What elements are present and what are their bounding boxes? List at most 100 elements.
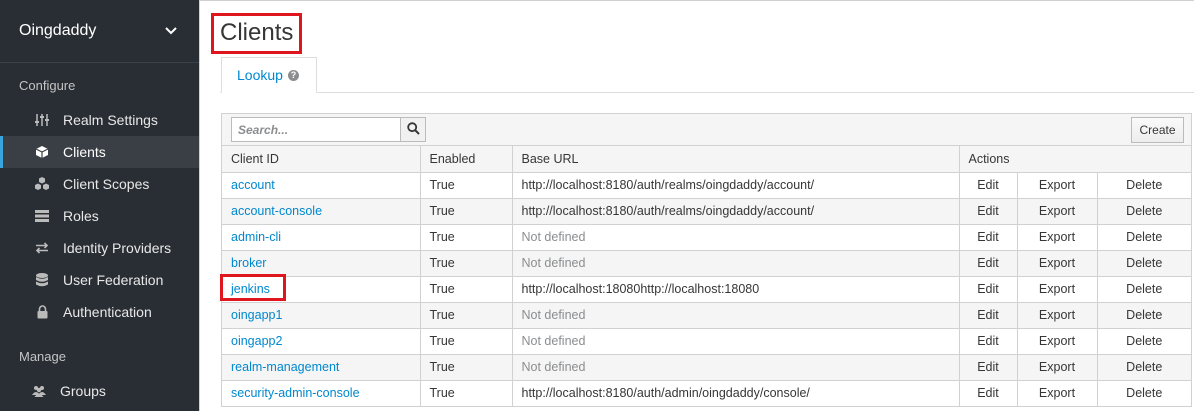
search-input[interactable] bbox=[231, 117, 401, 142]
cell-client-id: broker bbox=[222, 250, 421, 277]
sidebar-item-client-scopes[interactable]: Client Scopes bbox=[0, 168, 199, 200]
client-id-link[interactable]: account bbox=[231, 178, 275, 192]
search-button[interactable] bbox=[400, 117, 426, 142]
search-icon bbox=[406, 121, 420, 138]
delete-button[interactable]: Delete bbox=[1097, 250, 1191, 277]
client-id-link[interactable]: jenkins bbox=[231, 282, 270, 296]
sidebar-item-authentication[interactable]: Authentication bbox=[0, 296, 199, 328]
edit-button[interactable]: Edit bbox=[959, 380, 1018, 406]
cell-base-url: http://localhost:8180/auth/realms/oingda… bbox=[512, 172, 960, 199]
table-row: oingapp2 True Not defined Edit Export Delete bbox=[222, 328, 1191, 355]
table-row: jenkins True http://localhost:18080http://… bbox=[222, 276, 1191, 303]
cell-base-url: Not defined bbox=[512, 354, 960, 381]
edit-button[interactable]: Edit bbox=[959, 328, 1018, 355]
sidebar-item-label: Realm Settings bbox=[63, 112, 158, 128]
base-url-text: Not defined bbox=[521, 360, 586, 374]
table-row: realm-management True Not defined Edit Expor… bbox=[222, 354, 1191, 381]
edit-button[interactable]: Edit bbox=[959, 224, 1018, 251]
realm-name: Oingdaddy bbox=[19, 22, 97, 39]
base-url-link[interactable]: http://localhost:18080http://localhost:1… bbox=[522, 282, 760, 296]
sliders-icon bbox=[34, 113, 50, 127]
exchange-icon bbox=[34, 241, 50, 255]
edit-button[interactable]: Edit bbox=[959, 250, 1018, 277]
table-row: security-admin-console True http://localho… bbox=[222, 380, 1191, 406]
list-icon bbox=[34, 209, 50, 223]
cell-client-id: admin-cli bbox=[222, 224, 421, 251]
tab-lookup[interactable]: Lookup ? bbox=[221, 57, 317, 93]
column-header-client-id[interactable]: Client ID bbox=[222, 146, 421, 173]
delete-button[interactable]: Delete bbox=[1097, 224, 1191, 251]
tabs-divider bbox=[220, 92, 1194, 93]
base-url-link[interactable]: http://localhost:8180/auth/admin/oingdad… bbox=[522, 386, 810, 400]
cell-client-id: oingapp2 bbox=[222, 328, 421, 355]
export-button[interactable]: Export bbox=[1017, 224, 1098, 251]
client-id-link[interactable]: security-admin-console bbox=[231, 386, 360, 400]
client-id-link[interactable]: oingapp1 bbox=[231, 308, 282, 322]
chevron-down-icon bbox=[162, 22, 180, 40]
delete-button[interactable]: Delete bbox=[1097, 302, 1191, 329]
sidebar-item-user-federation[interactable]: User Federation bbox=[0, 264, 199, 296]
column-header-enabled[interactable]: Enabled bbox=[420, 146, 513, 173]
client-id-link[interactable]: account-console bbox=[231, 204, 322, 218]
cell-base-url: Not defined bbox=[512, 224, 960, 251]
edit-button[interactable]: Edit bbox=[959, 172, 1018, 199]
cell-enabled: True bbox=[420, 328, 513, 355]
cubes-icon bbox=[34, 177, 50, 191]
export-button[interactable]: Export bbox=[1017, 380, 1098, 406]
edit-button[interactable]: Edit bbox=[959, 354, 1018, 381]
table-row: admin-cli True Not defined Edit Export Delete bbox=[222, 224, 1191, 251]
export-button[interactable]: Export bbox=[1017, 172, 1098, 199]
client-id-link[interactable]: realm-management bbox=[231, 360, 339, 374]
edit-button[interactable]: Edit bbox=[959, 276, 1018, 303]
edit-button[interactable]: Edit bbox=[959, 198, 1018, 225]
base-url-link[interactable]: http://localhost:8180/auth/realms/oingda… bbox=[522, 204, 815, 218]
database-icon bbox=[34, 273, 50, 287]
sidebar-item-clients[interactable]: Clients bbox=[0, 136, 199, 168]
cell-base-url: http://localhost:18080http://localhost:1… bbox=[512, 276, 960, 303]
export-button[interactable]: Export bbox=[1017, 250, 1098, 277]
page-title: Clients bbox=[220, 19, 294, 46]
export-button[interactable]: Export bbox=[1017, 198, 1098, 225]
table-row: broker True Not defined Edit Export Delete bbox=[222, 250, 1191, 277]
sidebar: Oingdaddy Configure Realm Settings Clien… bbox=[0, 0, 199, 411]
delete-button[interactable]: Delete bbox=[1097, 172, 1191, 199]
create-button[interactable]: Create bbox=[1131, 117, 1184, 143]
sidebar-item-realm-settings[interactable]: Realm Settings bbox=[0, 104, 199, 136]
cell-client-id: jenkins bbox=[222, 276, 421, 303]
help-icon[interactable]: ? bbox=[287, 69, 299, 81]
column-header-base-url[interactable]: Base URL bbox=[512, 146, 960, 173]
table-row: oingapp1 True Not defined Edit Export Delete bbox=[222, 302, 1191, 329]
sidebar-item-label: Identity Providers bbox=[63, 240, 172, 256]
base-url-link[interactable]: http://localhost:8180/auth/realms/oingda… bbox=[522, 178, 815, 192]
cell-base-url: Not defined bbox=[512, 302, 960, 329]
sidebar-item-roles[interactable]: Roles bbox=[0, 200, 199, 232]
realm-selector[interactable]: Oingdaddy bbox=[0, 0, 199, 63]
table-row: account-console True http://localhost:8180… bbox=[222, 198, 1191, 225]
client-id-link[interactable]: admin-cli bbox=[231, 230, 281, 244]
cell-base-url: Not defined bbox=[512, 328, 960, 355]
sidebar-item-groups[interactable]: Groups bbox=[0, 375, 199, 407]
cell-client-id: security-admin-console bbox=[222, 380, 421, 406]
delete-button[interactable]: Delete bbox=[1097, 276, 1191, 303]
cell-client-id: account-console bbox=[222, 198, 421, 225]
export-button[interactable]: Export bbox=[1017, 302, 1098, 329]
delete-button[interactable]: Delete bbox=[1097, 198, 1191, 225]
client-id-link[interactable]: oingapp2 bbox=[231, 334, 282, 348]
base-url-text: Not defined bbox=[521, 256, 586, 270]
table-toolbar: Create bbox=[222, 114, 1191, 146]
edit-button[interactable]: Edit bbox=[959, 302, 1018, 329]
delete-button[interactable]: Delete bbox=[1097, 354, 1191, 381]
export-button[interactable]: Export bbox=[1017, 276, 1098, 303]
client-id-link[interactable]: broker bbox=[231, 256, 266, 270]
sidebar-item-identity-providers[interactable]: Identity Providers bbox=[0, 232, 199, 264]
export-button[interactable]: Export bbox=[1017, 328, 1098, 355]
lock-icon bbox=[34, 305, 50, 319]
cell-client-id: account bbox=[222, 172, 421, 199]
tab-label: Lookup bbox=[237, 67, 283, 83]
sidebar-item-label: Clients bbox=[63, 144, 106, 160]
delete-button[interactable]: Delete bbox=[1097, 328, 1191, 355]
cell-client-id: realm-management bbox=[222, 354, 421, 381]
delete-button[interactable]: Delete bbox=[1097, 380, 1191, 406]
main-content: Clients Lookup ? Create Client ID Enable… bbox=[199, 0, 1194, 411]
export-button[interactable]: Export bbox=[1017, 354, 1098, 381]
